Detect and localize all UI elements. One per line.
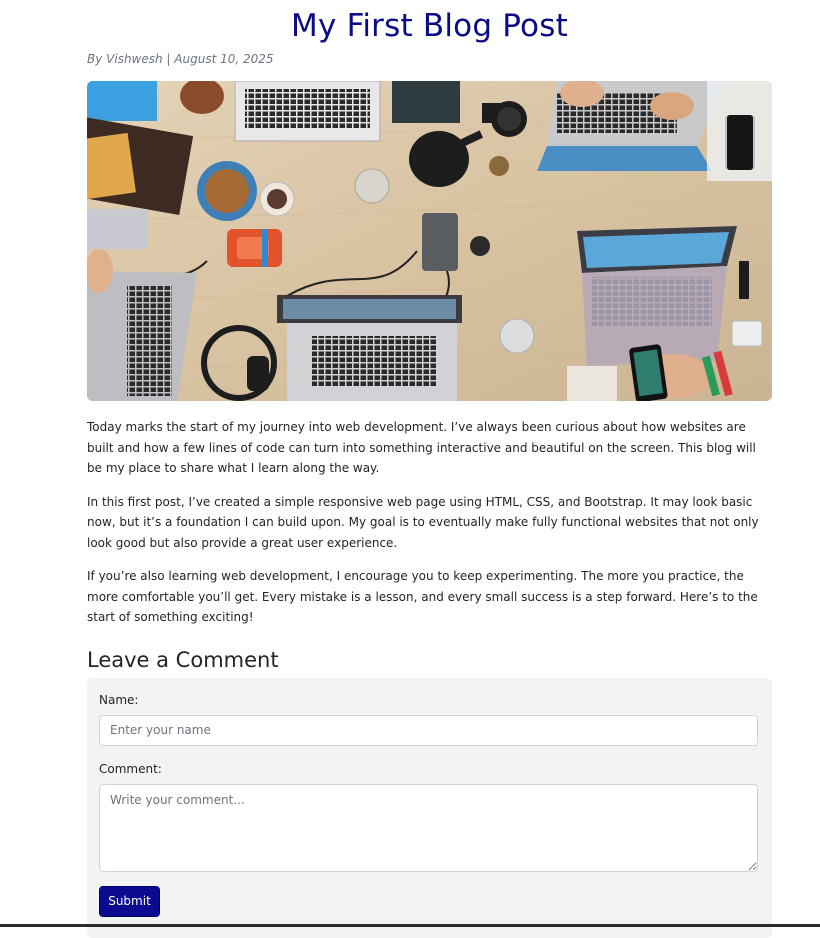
- hero-image: [87, 81, 772, 401]
- name-label: Name:: [99, 692, 139, 707]
- blog-post: My First Blog Post By Vishwesh | August …: [87, 0, 772, 938]
- post-body: Today marks the start of my journey into…: [87, 417, 772, 628]
- comment-textarea[interactable]: [99, 783, 758, 872]
- post-meta: By Vishwesh | August 10, 2025: [87, 52, 274, 66]
- comment-section-heading: Leave a Comment: [87, 647, 279, 672]
- post-paragraph: If you’re also learning web development,…: [87, 569, 758, 624]
- comment-label: Comment:: [99, 761, 162, 776]
- submit-button[interactable]: Submit: [99, 885, 160, 917]
- post-paragraph: Today marks the start of my journey into…: [87, 420, 756, 475]
- post-paragraph: In this first post, I’ve created a simpl…: [87, 494, 759, 550]
- name-input[interactable]: [99, 714, 758, 746]
- desk-photo-illustration: [87, 81, 772, 401]
- comment-form: Name: Comment: Submit: [87, 677, 772, 938]
- page-title: My First Blog Post: [291, 8, 568, 44]
